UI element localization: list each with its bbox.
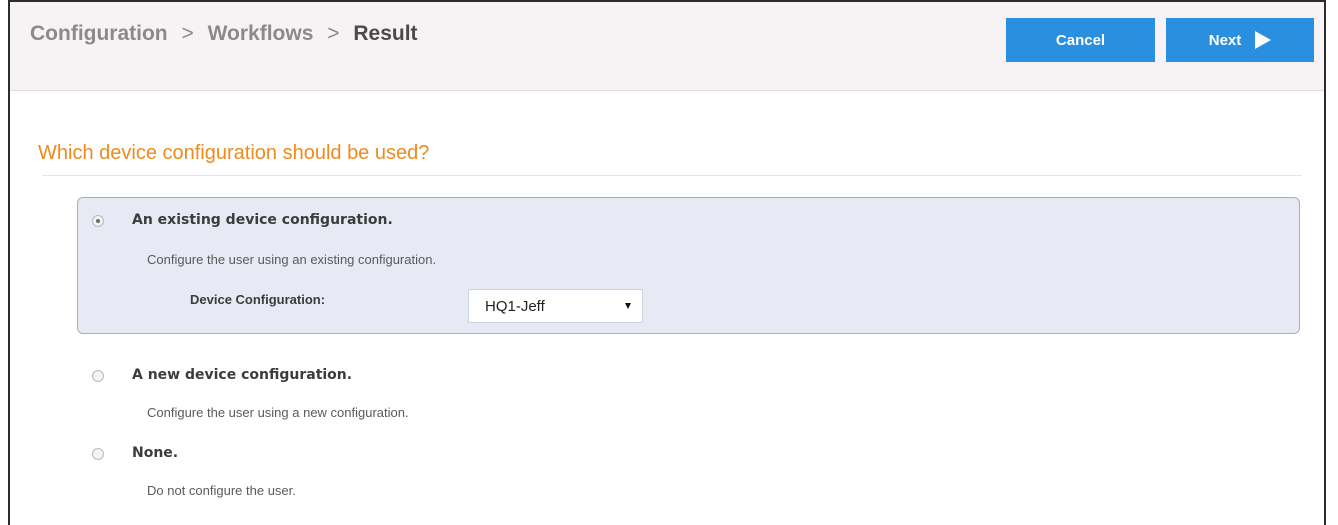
section-divider xyxy=(42,175,1302,176)
option-description-existing: Configure the user using an existing con… xyxy=(147,252,437,267)
option-description-none: Do not configure the user. xyxy=(147,483,296,498)
option-title-existing[interactable]: An existing device configuration. xyxy=(132,212,393,228)
next-button[interactable]: Next xyxy=(1166,18,1314,62)
device-configuration-value: HQ1-Jeff xyxy=(485,297,545,315)
breadcrumb-item-workflows[interactable]: Workflows xyxy=(208,22,314,45)
breadcrumb-item-result: Result xyxy=(353,22,418,45)
section-question: Which device configuration should be use… xyxy=(38,142,430,164)
option-title-new[interactable]: A new device configuration. xyxy=(132,367,352,383)
cancel-button[interactable]: Cancel xyxy=(1006,18,1155,62)
workflow-result-panel: Configuration > Workflows > Result Cance… xyxy=(8,0,1326,525)
device-configuration-select[interactable]: HQ1-Jeff xyxy=(468,289,643,323)
breadcrumb-separator: > xyxy=(181,22,194,45)
next-button-label: Next xyxy=(1208,31,1242,49)
radio-new-configuration[interactable] xyxy=(92,370,104,382)
device-configuration-label: Device Configuration: xyxy=(190,292,326,307)
chevron-down-icon xyxy=(625,303,631,309)
play-arrow-icon xyxy=(1255,31,1272,49)
option-description-new: Configure the user using a new configura… xyxy=(147,405,409,420)
page-header: Configuration > Workflows > Result Cance… xyxy=(10,2,1324,91)
breadcrumb-separator: > xyxy=(327,22,340,45)
option-title-none[interactable]: None. xyxy=(132,445,178,461)
breadcrumb: Configuration > Workflows > Result xyxy=(30,22,418,46)
radio-existing-configuration[interactable] xyxy=(92,215,104,227)
breadcrumb-item-configuration[interactable]: Configuration xyxy=(30,22,168,45)
cancel-button-label: Cancel xyxy=(1055,31,1106,49)
radio-none[interactable] xyxy=(92,448,104,460)
